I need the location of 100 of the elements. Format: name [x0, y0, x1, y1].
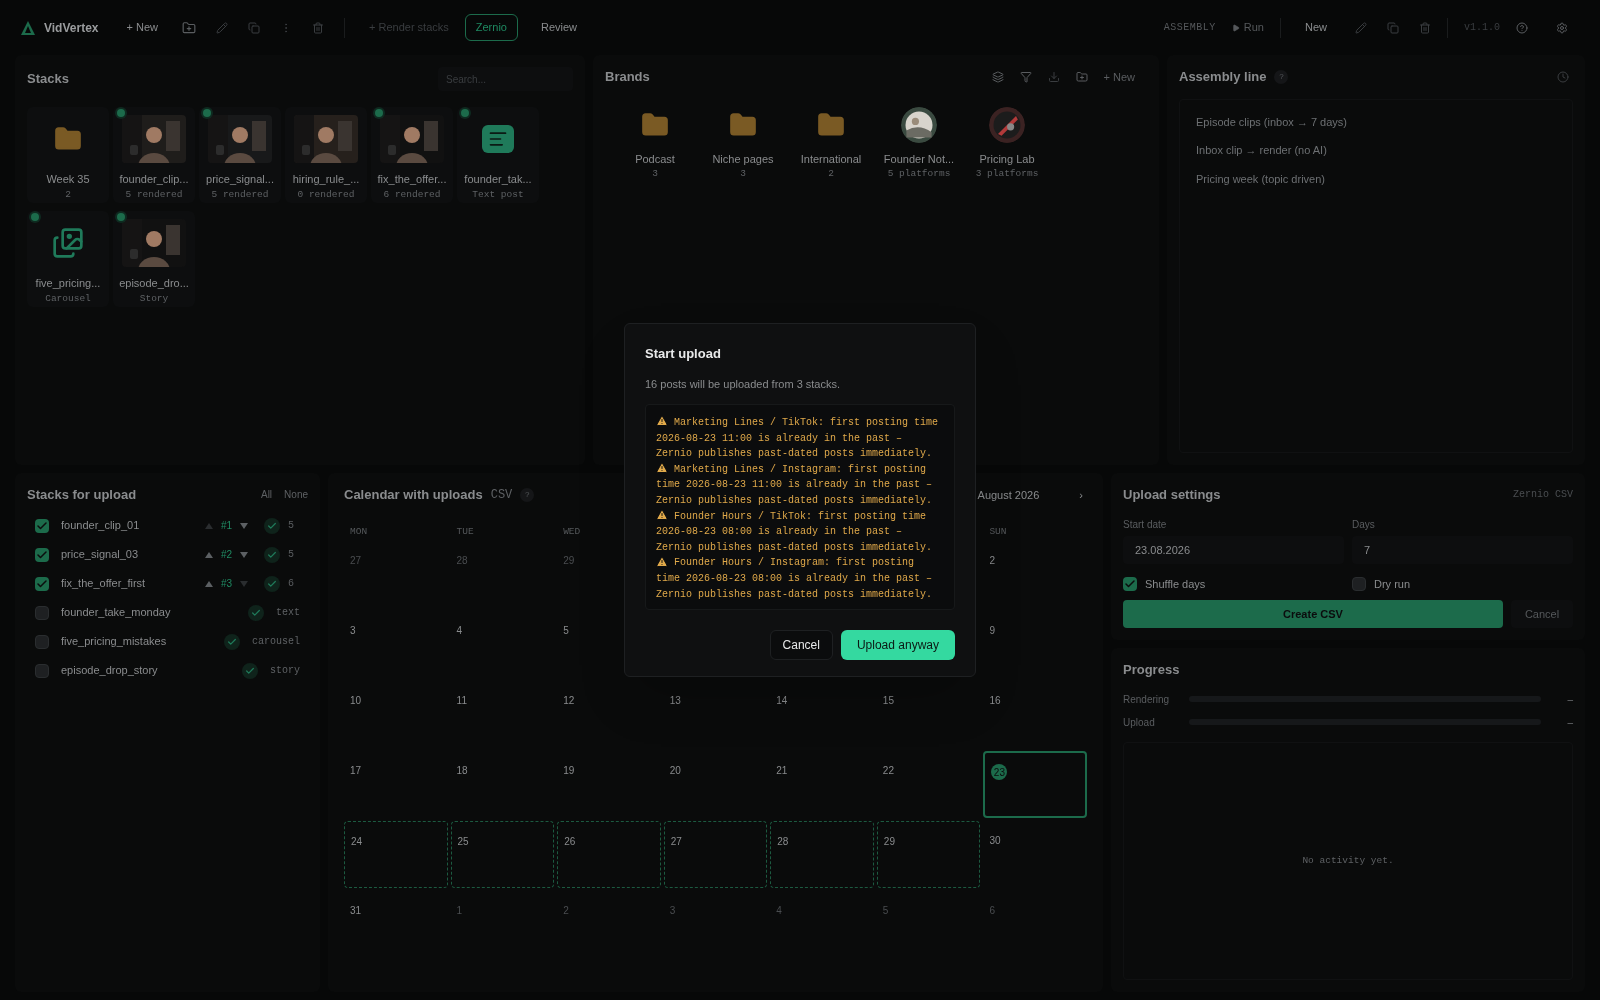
calendar-day[interactable]: 2	[983, 540, 1087, 608]
warning-icon	[656, 508, 668, 521]
calendar-day[interactable]: 17	[344, 750, 448, 818]
checkbox[interactable]	[35, 576, 49, 591]
assembly-item[interactable]: Episode clips (inbox → 7 days)	[1196, 111, 1556, 132]
checkbox[interactable]	[35, 547, 49, 562]
progress-reading: –	[1566, 692, 1573, 707]
nav-tab[interactable]: Zernio	[464, 14, 518, 41]
start-date-field[interactable]: 23.08.2026	[1123, 535, 1344, 564]
settings-icon[interactable]	[1556, 21, 1568, 34]
copy-icon[interactable]	[1387, 21, 1399, 34]
stack-tile[interactable]: five_pricing... Carousel	[27, 211, 109, 307]
assembly-item[interactable]: Pricing week (topic driven)	[1196, 168, 1556, 189]
calendar-day[interactable]: 10	[344, 680, 448, 748]
delete-icon[interactable]	[1419, 21, 1431, 34]
calendar-day[interactable]: 3	[344, 610, 448, 678]
stack-tile[interactable]: episode_dro... Story	[113, 211, 195, 307]
stack-meta: 2	[65, 187, 71, 202]
download-icon[interactable]	[1047, 70, 1060, 83]
calendar-day[interactable]: 13	[663, 680, 768, 748]
stack-tile[interactable]: fix_the_offer... 6 rendered	[371, 107, 453, 203]
calendar-day[interactable]: 30	[983, 820, 1087, 888]
calendar-day[interactable]: 11	[450, 680, 555, 748]
brand-name: Podcast	[635, 151, 675, 167]
calendar-day[interactable]: 12	[557, 680, 661, 748]
day-number: 13	[669, 693, 681, 708]
calendar-day[interactable]: 4	[450, 610, 555, 678]
move-down-icon[interactable]	[240, 522, 248, 529]
new-brand-button[interactable]: + New	[1103, 68, 1135, 85]
checkbox[interactable]	[1123, 576, 1137, 591]
panel-title: Upload settings	[1123, 486, 1221, 504]
day-number: 16	[989, 693, 1001, 708]
checkbox[interactable]	[35, 518, 49, 533]
stack-name: episode_drop_story	[61, 663, 159, 679]
empty-message: No activity yet.	[1302, 853, 1394, 868]
calendar-day[interactable]: 28	[770, 820, 874, 888]
brand-tile[interactable]: Pricing Lab 3 platforms	[965, 106, 1049, 187]
move-up-icon[interactable]	[204, 551, 213, 558]
delete-icon[interactable]	[312, 21, 324, 34]
select-all-link[interactable]: All	[260, 487, 273, 503]
new-button[interactable]: New	[1300, 19, 1331, 36]
upload-anyway-button[interactable]: Upload anyway	[840, 630, 955, 660]
progress-label: Rendering	[1123, 692, 1171, 707]
assembly-item[interactable]: Inbox clip → render (no AI)	[1196, 140, 1556, 161]
day-number: 12	[563, 693, 575, 708]
brand-tile[interactable]: Niche pages 3	[701, 106, 785, 187]
calendar-day[interactable]: 22	[876, 750, 981, 818]
move-up-icon[interactable]	[204, 522, 213, 529]
next-month-button[interactable]: ›	[1079, 486, 1083, 503]
calendar-day[interactable]: 21	[770, 750, 874, 818]
checkbox[interactable]	[1352, 576, 1366, 591]
brand-tile[interactable]: Founder Not... 5 platforms	[877, 106, 961, 187]
move-up-icon[interactable]	[204, 580, 213, 587]
calendar-day[interactable]: 26	[557, 820, 661, 888]
new-folder-icon[interactable]	[1075, 70, 1088, 83]
calendar-day[interactable]: 29	[876, 820, 981, 888]
stack-meta: 0 rendered	[297, 187, 355, 202]
calendar-day[interactable]: 23	[983, 750, 1087, 818]
calendar-day[interactable]: 24	[344, 820, 448, 888]
calendar-day[interactable]: 15	[876, 680, 981, 748]
calendar-day[interactable]: 9	[983, 610, 1087, 678]
new-folder-icon[interactable]	[182, 20, 196, 35]
calendar-day[interactable]: 14	[770, 680, 874, 748]
create-csv-button[interactable]: Create CSV	[1123, 600, 1503, 628]
calendar-day[interactable]: 18	[450, 750, 555, 818]
brand-meta: 3 platforms	[975, 167, 1039, 181]
edit-icon[interactable]	[216, 21, 228, 34]
days-field[interactable]: 7	[1352, 535, 1573, 564]
copy-icon[interactable]	[248, 21, 260, 34]
checkbox[interactable]	[35, 663, 49, 678]
move-down-icon[interactable]	[240, 580, 248, 587]
clock-icon[interactable]	[1557, 70, 1569, 83]
stack-tile[interactable]: Week 35 2	[27, 107, 109, 203]
move-down-icon[interactable]	[240, 551, 248, 558]
checkbox[interactable]	[35, 634, 49, 649]
calendar-day[interactable]: 25	[450, 820, 555, 888]
brand-meta: 3	[652, 167, 658, 181]
calendar-day[interactable]: 27	[663, 820, 768, 888]
stack-tile[interactable]: hiring_rule_... 0 rendered	[285, 107, 367, 203]
help-icon[interactable]	[1516, 21, 1528, 34]
select-none-link[interactable]: None	[284, 487, 308, 503]
filter-icon[interactable]	[1019, 70, 1032, 83]
calendar-day[interactable]: 19	[557, 750, 661, 818]
cancel-button[interactable]: Cancel	[769, 630, 833, 660]
nav-tab[interactable]: Review	[529, 14, 589, 41]
day-number: 29	[883, 834, 895, 849]
stack-tile[interactable]: founder_clip... 5 rendered	[113, 107, 195, 203]
brand-tile[interactable]: Podcast 3	[613, 106, 697, 187]
calendar-day[interactable]: 31	[344, 890, 448, 958]
warning-text: Marketing Lines / Instagram: first posting time 2026-08-23 11:00 is already in the past – Zernio publishes past-dated posts immediately.	[656, 461, 934, 508]
stack-tile[interactable]: price_signal... 5 rendered	[199, 107, 281, 203]
stack-tile[interactable]: founder_tak... Text post	[457, 107, 539, 203]
check-icon	[248, 604, 264, 621]
layers-icon[interactable]	[991, 70, 1004, 83]
brand-tile[interactable]: International 2	[789, 106, 873, 187]
calendar-day[interactable]: 20	[663, 750, 768, 818]
checkbox[interactable]	[35, 605, 49, 620]
edit-icon[interactable]	[1355, 21, 1367, 34]
new-button[interactable]: + New	[122, 19, 162, 36]
calendar-day[interactable]: 16	[983, 680, 1087, 748]
